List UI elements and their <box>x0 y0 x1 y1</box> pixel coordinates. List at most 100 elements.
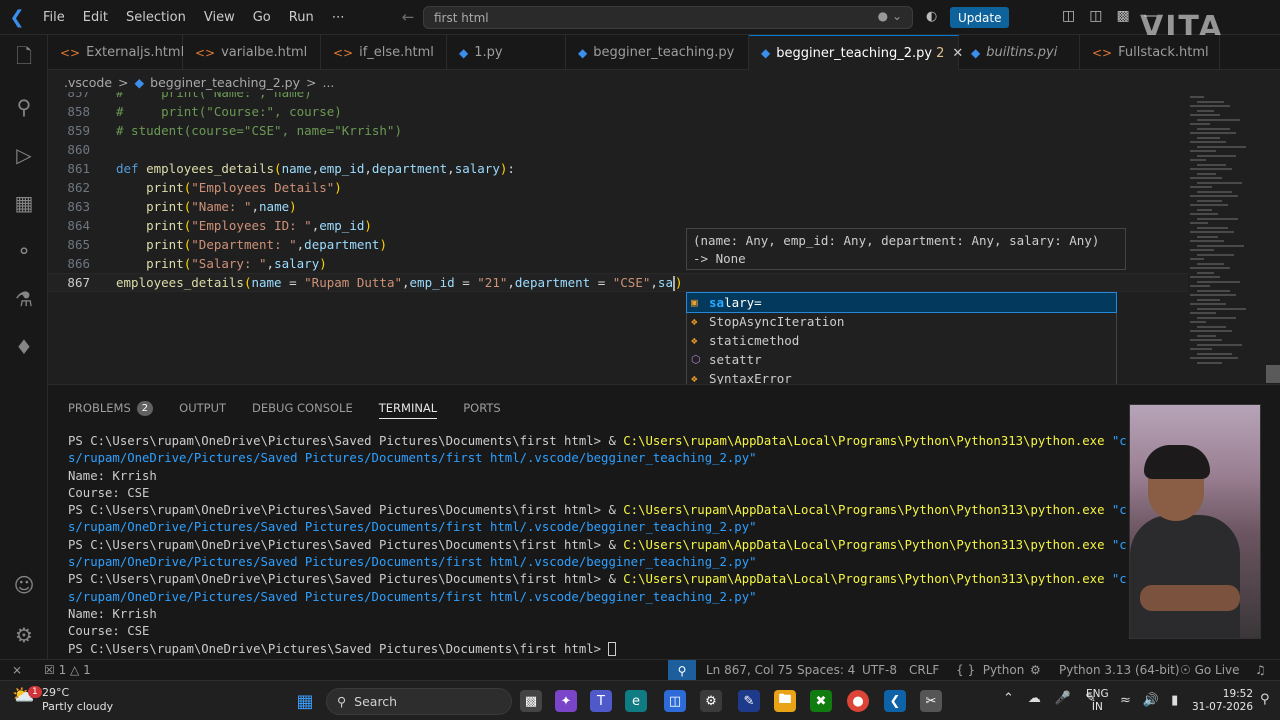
clock[interactable]: 19:52 31-07-2026 <box>1192 688 1253 714</box>
accounts-half-icon[interactable]: ◐ <box>926 9 937 24</box>
volume-icon[interactable]: 🔊 <box>1143 693 1159 708</box>
code-text: def employees_details(name,emp_id,depart… <box>116 161 515 176</box>
line-number: 864 <box>67 218 90 233</box>
account-icon[interactable]: ☺ <box>0 565 48 605</box>
bottom-panel: PROBLEMS 2 OUTPUT DEBUG CONSOLE TERMINAL … <box>48 384 1280 659</box>
menu-selection[interactable]: Selection <box>117 10 195 25</box>
cursor-position[interactable]: Ln 867, Col 75 <box>706 663 793 677</box>
breadcrumb-file[interactable]: begginer_teaching_2.py <box>150 75 300 90</box>
notification-center-icon[interactable]: ⚲ <box>1260 692 1270 707</box>
code-line: 863 print("Name: ",name) <box>48 197 1188 216</box>
command-center[interactable]: first html ● ⌄ <box>423 6 913 29</box>
tab-builtins[interactable]: ◆ builtins.pyi <box>959 35 1080 70</box>
settings-gear-icon[interactable]: ⚙ <box>0 615 48 655</box>
tab-ports[interactable]: PORTS <box>463 397 500 419</box>
html-file-icon: <> <box>1092 45 1113 60</box>
edge-icon[interactable]: e <box>625 690 647 712</box>
suggestion-item[interactable]: ⬡ setattr <box>687 350 1116 369</box>
minimap[interactable] <box>1188 92 1268 382</box>
tab-varialbe[interactable]: <> varialbe.html <box>183 35 321 70</box>
tab-debug-console[interactable]: DEBUG CONSOLE <box>252 397 353 419</box>
terminal-output[interactable]: PS C:\Users\rupam\OneDrive\Pictures\Save… <box>68 433 1179 658</box>
input-language[interactable]: ENG IN <box>1086 688 1109 714</box>
indentation[interactable]: Spaces: 4 <box>797 663 855 677</box>
battery-icon[interactable]: ▮ <box>1171 693 1178 708</box>
microphone-icon[interactable]: 🎤 <box>1055 691 1071 706</box>
tab-fullstack[interactable]: <> Fullstack.html <box>1080 35 1220 70</box>
webcam-person-arm <box>1140 585 1240 611</box>
snipping-tool-icon[interactable]: ✂ <box>920 690 942 712</box>
minimap-line <box>1197 136 1220 139</box>
minimap-line <box>1197 289 1230 292</box>
menu-run[interactable]: Run <box>280 10 323 25</box>
tab-1py[interactable]: ◆ 1.py <box>447 35 566 70</box>
vscode-taskbar-icon[interactable]: ❮ <box>884 690 906 712</box>
tab-terminal[interactable]: TERMINAL <box>378 397 438 419</box>
go-live[interactable]: ☉ Go Live <box>1180 663 1240 677</box>
tab-if-else[interactable]: <> if_else.html <box>321 35 447 70</box>
go-live-label: Go Live <box>1194 663 1240 677</box>
remote-icon[interactable]: ⨯ <box>12 663 22 677</box>
menu-edit[interactable]: Edit <box>74 10 117 25</box>
update-button[interactable]: Update <box>950 7 1010 28</box>
file-explorer-icon[interactable]: 🖿 <box>774 690 796 712</box>
code-text: # student(course="CSE", name="Krrish") <box>116 123 402 138</box>
windows-start-icon[interactable]: ▦ <box>294 690 316 712</box>
testing-icon[interactable]: ⚗ <box>0 279 48 319</box>
suggestion-item[interactable]: ❖ StopAsyncIteration <box>687 312 1116 331</box>
tab-problems[interactable]: PROBLEMS 2 <box>68 397 154 419</box>
breadcrumb-folder[interactable]: .vscode <box>64 75 112 90</box>
tab-output[interactable]: OUTPUT <box>179 397 226 419</box>
minimap-line <box>1190 213 1218 215</box>
copilot-icon[interactable]: ● ⌄ <box>878 9 902 23</box>
copilot-app-icon[interactable]: ✦ <box>555 690 577 712</box>
notifications-bell-icon[interactable]: ♫ <box>1255 663 1266 677</box>
pen-app-icon[interactable]: ✎ <box>738 690 760 712</box>
run-debug-icon[interactable]: ▷ <box>0 135 48 175</box>
xbox-icon[interactable]: ✖ <box>810 690 832 712</box>
wifi-icon[interactable]: ≈ <box>1120 693 1131 708</box>
python-icon[interactable]: ♦ <box>0 327 48 367</box>
python-file-icon: ◆ <box>971 45 981 60</box>
search-icon[interactable]: ⚲ <box>0 87 48 127</box>
problems-status[interactable]: ☒ 1 △ 1 <box>44 663 91 677</box>
show-hidden-icons-icon[interactable]: ⌃ <box>1003 691 1014 706</box>
line-ending[interactable]: CRLF <box>909 663 939 677</box>
menu-view[interactable]: View <box>195 10 244 25</box>
language-mode[interactable]: { } Python <box>956 663 1024 677</box>
toggle-sidebar-icon[interactable]: ◫ <box>1089 8 1102 24</box>
tab-begginer-teaching[interactable]: ◆ begginer_teaching.py <box>566 35 749 70</box>
source-control-icon[interactable]: ⚬ <box>0 231 48 271</box>
extensions-icon[interactable]: ▦ <box>0 183 48 223</box>
tab-begginer-teaching-2[interactable]: ◆ begginer_teaching_2.py 2 ✕ <box>749 35 963 70</box>
settings-app-icon[interactable]: ⚙ <box>700 690 722 712</box>
class-icon: ❖ <box>691 315 698 328</box>
back-arrow-icon[interactable]: ← <box>402 8 415 26</box>
python-interpreter[interactable]: Python 3.13 (64-bit) <box>1059 663 1180 677</box>
suggestion-item[interactable]: ▣ salary= <box>686 292 1117 313</box>
store-icon[interactable]: ◫ <box>664 690 686 712</box>
explorer-icon[interactable]: 🗋 <box>0 39 48 79</box>
tab-externaljs[interactable]: <> Externaljs.html <box>48 35 184 70</box>
menu-go[interactable]: Go <box>244 10 280 25</box>
encoding[interactable]: UTF-8 <box>862 663 897 677</box>
zoom-icon[interactable]: ⚲ <box>668 660 696 681</box>
breadcrumb-symbol[interactable]: ... <box>322 75 334 90</box>
editor-scrollbar-thumb[interactable] <box>1266 365 1280 383</box>
toggle-panel-icon[interactable]: ▩ <box>1116 8 1129 24</box>
taskbar-search[interactable]: ⚲ Search <box>326 688 512 715</box>
layout-icon[interactable]: ◫ <box>1062 8 1075 24</box>
problems-count-badge: 2 <box>136 400 154 416</box>
suggestion-item[interactable]: ❖ staticmethod <box>687 331 1116 350</box>
menu-more[interactable]: ⋯ <box>323 10 354 25</box>
editor-tabs: <> Externaljs.html <> varialbe.html <> if_e… <box>48 35 1280 70</box>
task-view-icon[interactable]: ▩ <box>520 690 542 712</box>
cloud-icon[interactable]: ☁ <box>1028 691 1041 706</box>
vscode-logo-icon: ❮ <box>9 6 25 28</box>
interpreter-gear-icon[interactable]: ⚙ <box>1030 663 1041 677</box>
weather-widget[interactable]: ⛅ 1 29°C Partly cloudy <box>12 686 113 714</box>
teams-icon[interactable]: T <box>590 690 612 712</box>
menu-file[interactable]: File <box>34 10 74 25</box>
chrome-icon[interactable]: ● <box>847 690 869 712</box>
minimap-line <box>1197 127 1230 130</box>
